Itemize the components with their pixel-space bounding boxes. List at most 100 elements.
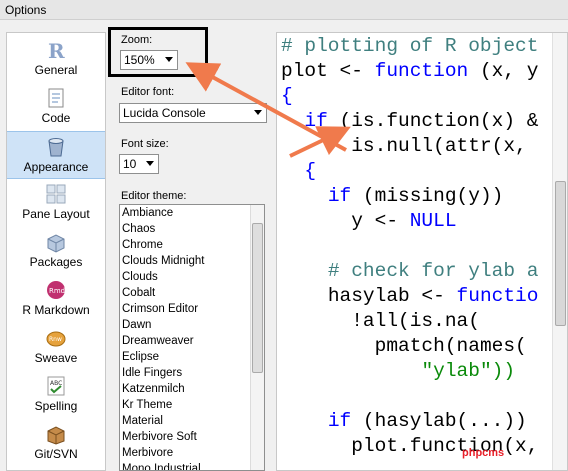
theme-list-item[interactable]: Cobalt bbox=[120, 285, 264, 301]
svg-text:R: R bbox=[48, 39, 65, 61]
code-token: pmatch(names( bbox=[374, 335, 527, 357]
code-token: (is.function(x) & bbox=[327, 110, 539, 132]
code-token: functio bbox=[456, 285, 539, 307]
git-box-icon bbox=[47, 426, 65, 445]
svg-text:Rnw: Rnw bbox=[49, 336, 62, 343]
code-token: # check for ylab a bbox=[327, 260, 539, 282]
editor-font-label: Editor font: bbox=[121, 86, 175, 98]
sidebar-item-label: Git/SVN bbox=[34, 447, 78, 461]
svg-text:Rmd: Rmd bbox=[49, 287, 65, 295]
chevron-down-icon bbox=[146, 161, 154, 166]
rmd-icon: Rmd bbox=[47, 281, 65, 299]
theme-list-item[interactable]: Dawn bbox=[120, 317, 264, 333]
theme-list-item[interactable]: Ambiance bbox=[120, 205, 264, 221]
packages-icon bbox=[47, 234, 65, 253]
code-token: if bbox=[327, 410, 352, 432]
zoom-label: Zoom: bbox=[121, 34, 153, 46]
sidebar-item-label: General bbox=[34, 63, 78, 77]
code-document-icon bbox=[48, 88, 64, 108]
code-token: (x, y bbox=[468, 60, 539, 82]
sidebar-item-spelling[interactable]: ABC Spelling bbox=[7, 371, 105, 419]
code-token: plot.function(x, bbox=[351, 435, 539, 457]
theme-list-item[interactable]: Material bbox=[120, 413, 264, 429]
theme-list-item[interactable]: Chrome bbox=[120, 237, 264, 253]
code-token: is.null(attr(x, bbox=[351, 135, 527, 157]
code-token: if bbox=[304, 110, 328, 132]
sidebar-item-label: Appearance bbox=[23, 160, 89, 174]
zoom-select[interactable]: 150% bbox=[120, 50, 178, 70]
code-line: !all(is.na( bbox=[281, 309, 480, 334]
sidebar-item-label: Code bbox=[41, 111, 71, 125]
theme-list-item[interactable]: Mono Industrial bbox=[120, 461, 264, 470]
code-line: { bbox=[281, 84, 293, 109]
theme-list-item[interactable]: Crimson Editor bbox=[120, 301, 264, 317]
theme-list-item[interactable]: Clouds bbox=[120, 269, 264, 285]
sidebar-item-code[interactable]: Code bbox=[7, 83, 105, 131]
theme-scrollbar-thumb[interactable] bbox=[252, 223, 263, 373]
sidebar-item-general[interactable]: R General bbox=[7, 35, 105, 83]
theme-list-item[interactable]: Chaos bbox=[120, 221, 264, 237]
code-token: hasylab <- bbox=[327, 285, 457, 307]
spelling-abc-icon: ABC bbox=[47, 376, 65, 396]
code-token: { bbox=[304, 160, 317, 182]
code-line: plot <- function (x, y bbox=[281, 59, 538, 84]
preview-scrollbar-thumb[interactable] bbox=[555, 181, 566, 326]
code-token: if bbox=[327, 185, 352, 207]
sidebar-item-r-markdown[interactable]: Rmd R Markdown bbox=[7, 275, 105, 323]
sidebar-item-label: R Markdown bbox=[22, 303, 90, 317]
code-line: pmatch(names( bbox=[281, 334, 527, 359]
sidebar-item-label: Sweave bbox=[34, 351, 78, 365]
code-token: !all(is.na( bbox=[351, 310, 480, 332]
code-token: (hasylab(...)) bbox=[351, 410, 527, 432]
code-line: if (is.function(x) & bbox=[281, 109, 538, 134]
font-size-select[interactable]: 10 bbox=[119, 154, 159, 174]
theme-list-item[interactable]: Merbivore bbox=[120, 445, 264, 461]
theme-scrollbar[interactable] bbox=[250, 205, 264, 470]
editor-theme-list[interactable]: Ambiance Chaos Chrome Clouds Midnight Clouds… bbox=[119, 204, 265, 471]
code-token: NULL bbox=[409, 210, 457, 232]
options-sidebar: R General Code Appearance Pane Layout Pa… bbox=[6, 32, 106, 471]
theme-list-item[interactable]: Merbivore Soft bbox=[120, 429, 264, 445]
sidebar-item-label: Packages bbox=[29, 255, 83, 269]
code-token: (missing(y)) bbox=[351, 185, 504, 207]
theme-list-item[interactable]: Eclipse bbox=[120, 349, 264, 365]
theme-list-item[interactable]: Dreamweaver bbox=[120, 333, 264, 349]
sidebar-item-git-svn[interactable]: Git/SVN bbox=[7, 419, 105, 467]
sidebar-item-packages[interactable]: Packages bbox=[7, 227, 105, 275]
editor-font-value: Lucida Console bbox=[123, 106, 206, 120]
chevron-down-icon bbox=[254, 110, 262, 115]
sidebar-item-sweave[interactable]: Rnw Sweave bbox=[7, 323, 105, 371]
zoom-value: 150% bbox=[124, 53, 155, 67]
chevron-down-icon bbox=[165, 57, 173, 62]
theme-list-item[interactable]: Katzenmilch bbox=[120, 381, 264, 397]
code-line: # check for ylab a bbox=[281, 259, 539, 284]
theme-list-item[interactable]: Kr Theme bbox=[120, 397, 264, 413]
editor-font-select[interactable]: Lucida Console bbox=[119, 103, 267, 123]
watermark-logo: phpcms bbox=[462, 447, 505, 459]
sweave-icon: Rnw bbox=[46, 331, 66, 347]
theme-list-item[interactable]: Idle Fingers bbox=[120, 365, 264, 381]
sidebar-item-pane-layout[interactable]: Pane Layout bbox=[7, 179, 105, 227]
sidebar-item-label: Pane Layout bbox=[22, 207, 90, 221]
appearance-bucket-icon bbox=[48, 138, 64, 157]
code-token: y <- bbox=[351, 210, 410, 232]
code-line: if (missing(y)) bbox=[281, 184, 504, 209]
code-token: function bbox=[374, 60, 469, 82]
r-logo-icon: R bbox=[48, 39, 65, 61]
editor-preview: # plotting of R object plot <- function (… bbox=[276, 32, 568, 471]
preview-scrollbar[interactable] bbox=[552, 33, 567, 470]
sidebar-item-appearance[interactable]: Appearance bbox=[7, 131, 105, 179]
zoom-highlight-box: Zoom: 150% bbox=[108, 27, 208, 77]
code-token: { bbox=[281, 85, 293, 107]
theme-list-item[interactable]: Clouds Midnight bbox=[120, 253, 264, 269]
